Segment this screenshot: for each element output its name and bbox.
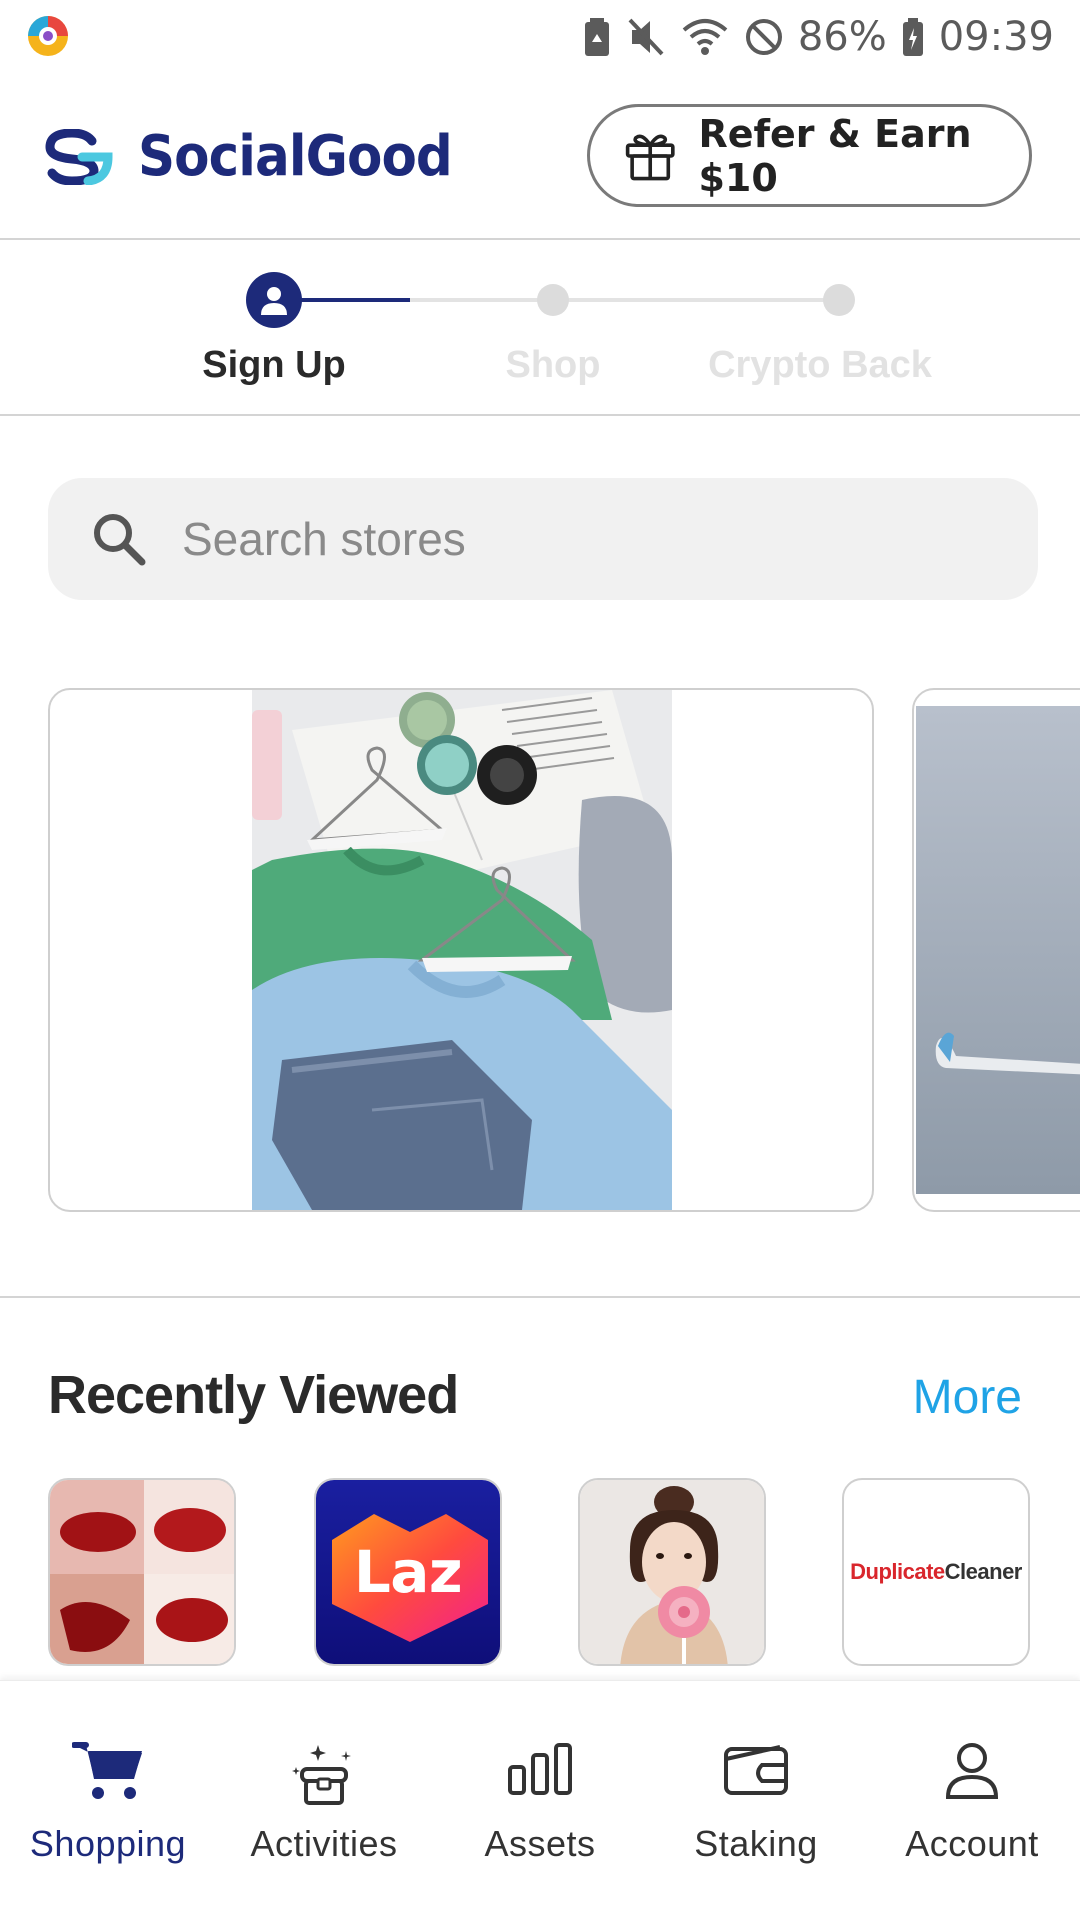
promo-banner-card-next[interactable] — [912, 688, 1080, 1212]
nav-activities[interactable]: Activities — [216, 1681, 432, 1920]
section-divider — [0, 1296, 1080, 1298]
banner-image-clothes — [252, 690, 672, 1210]
duplicatecleaner-logo-dark: Cleaner — [944, 1559, 1023, 1584]
recent-store-lip-tint[interactable] — [48, 1478, 236, 1666]
refer-earn-label: Refer & Earn $10 — [698, 111, 972, 200]
step-signup-indicator — [246, 272, 302, 328]
battery-saver-icon — [584, 18, 609, 56]
brand-logo[interactable]: SocialGood — [42, 124, 479, 189]
nav-shopping[interactable]: Shopping — [0, 1681, 216, 1920]
do-not-disturb-icon — [745, 19, 782, 55]
nav-assets[interactable]: Assets — [432, 1681, 648, 1920]
bottom-navigation: Shopping Activities Assets Staking Accou… — [0, 1680, 1080, 1920]
wifi-icon — [682, 19, 728, 55]
duplicatecleaner-logo: Duplicate Cleaner — [844, 1480, 1028, 1664]
battery-icon — [902, 18, 923, 56]
recent-store-duplicatecleaner[interactable]: Duplicate Cleaner — [842, 1478, 1030, 1666]
user-icon — [261, 287, 287, 315]
cart-icon — [72, 1742, 142, 1799]
onboarding-stepper: Sign Up Shop Crypto Back — [0, 240, 1080, 416]
app-header: SocialGood Refer & Earn $10 — [0, 76, 1080, 240]
activities-icon — [292, 1745, 351, 1805]
step-cryptoback-label: Crypto Back — [708, 344, 932, 386]
wallet-icon — [724, 1745, 788, 1795]
app-notification-icon — [28, 16, 68, 56]
recently-viewed-title: Recently Viewed — [48, 1365, 459, 1425]
nav-staking[interactable]: Staking — [648, 1681, 864, 1920]
brand-name: SocialGood — [138, 124, 453, 189]
step-shop-dot — [537, 284, 569, 316]
step-track-line — [410, 298, 848, 302]
assets-icon — [508, 1743, 572, 1795]
step-signup-label: Sign Up — [202, 344, 346, 386]
banner-image-airplane — [916, 706, 1080, 1194]
lazada-logo-text: Laz — [353, 1538, 463, 1606]
mute-icon — [628, 18, 664, 56]
clock: 09:39 — [938, 14, 1054, 60]
lip-tint-store-logo — [50, 1480, 234, 1664]
nav-activities-label: Activities — [250, 1823, 398, 1864]
socialgood-logo-icon — [45, 128, 113, 185]
step-shop-label: Shop — [505, 344, 601, 386]
account-icon — [945, 1743, 999, 1799]
duplicatecleaner-logo-red: Duplicate — [850, 1559, 945, 1584]
nav-shopping-label: Shopping — [29, 1823, 187, 1864]
search-placeholder: Search stores — [182, 513, 466, 565]
search-stores-input[interactable]: Search stores — [48, 478, 1038, 600]
fashion-store-logo — [580, 1480, 764, 1664]
refer-earn-button[interactable]: Refer & Earn $10 — [587, 104, 1032, 207]
nav-staking-label: Staking — [694, 1823, 818, 1864]
recent-store-fashion[interactable] — [578, 1478, 766, 1666]
search-icon — [94, 514, 146, 566]
battery-percent: 86% — [797, 14, 887, 60]
nav-assets-label: Assets — [484, 1823, 596, 1864]
promo-banner-card[interactable] — [48, 688, 874, 1212]
gift-icon — [625, 134, 675, 180]
step-cryptoback-dot — [823, 284, 855, 316]
recent-store-lazada[interactable]: Laz — [314, 1478, 502, 1666]
recently-viewed-more-link[interactable]: More — [913, 1370, 1022, 1425]
nav-account-label: Account — [905, 1823, 1039, 1864]
nav-account[interactable]: Account — [864, 1681, 1080, 1920]
status-bar: 86% 09:39 — [0, 0, 1080, 76]
